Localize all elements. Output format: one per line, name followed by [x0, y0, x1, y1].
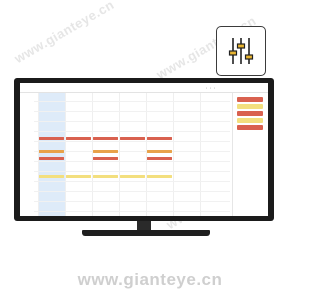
side-panel-item[interactable] [237, 125, 263, 130]
side-panel-item[interactable] [237, 111, 263, 116]
calendar-event[interactable] [147, 175, 172, 178]
calendar-event[interactable] [147, 157, 172, 160]
hour-line [34, 201, 230, 202]
calendar-event[interactable] [93, 175, 118, 178]
view-icon[interactable]: ▫ [206, 86, 208, 90]
hour-line [34, 131, 230, 132]
side-panel [232, 93, 267, 216]
calendar-event[interactable] [39, 137, 64, 140]
settings-button[interactable] [216, 26, 266, 76]
calendar-event[interactable] [93, 157, 118, 160]
calendar-event[interactable] [66, 137, 91, 140]
view-icon[interactable]: ▫ [214, 86, 216, 90]
hour-line [34, 191, 230, 192]
view-icon[interactable]: ▫ [210, 86, 212, 90]
calendar-toolbar: ▫ ▫ ▫ [20, 83, 268, 93]
side-panel-item[interactable] [237, 118, 263, 123]
hour-line [34, 181, 230, 182]
calendar-event[interactable] [39, 175, 64, 178]
hour-line [34, 101, 230, 102]
calendar-event[interactable] [66, 175, 91, 178]
calendar-event[interactable] [39, 150, 64, 153]
toolbar-icons[interactable]: ▫ ▫ ▫ [206, 86, 216, 90]
hour-line [34, 211, 230, 212]
calendar-event[interactable] [93, 150, 118, 153]
calendar-event[interactable] [120, 175, 145, 178]
watermark: www.gianteye.cn [11, 0, 117, 67]
hour-line [34, 161, 230, 162]
time-column [20, 93, 34, 216]
calendar-event[interactable] [39, 157, 64, 160]
footer-brand: www.gianteye.cn [77, 270, 223, 289]
sliders-icon [228, 38, 254, 64]
hour-line [34, 171, 230, 172]
hour-line [34, 141, 230, 142]
calendar-event[interactable] [93, 137, 118, 140]
side-panel-item[interactable] [237, 104, 263, 109]
side-panel-item[interactable] [237, 97, 263, 102]
calendar-app: ▫ ▫ ▫ [20, 83, 268, 216]
calendar-event[interactable] [147, 150, 172, 153]
hour-line [34, 111, 230, 112]
monitor-stand-base [82, 230, 210, 236]
calendar-event[interactable] [147, 137, 172, 140]
hour-line [34, 121, 230, 122]
week-grid [20, 93, 230, 216]
monitor: ▫ ▫ ▫ [14, 78, 274, 221]
monitor-stand-neck [137, 221, 151, 230]
calendar-event[interactable] [120, 137, 145, 140]
